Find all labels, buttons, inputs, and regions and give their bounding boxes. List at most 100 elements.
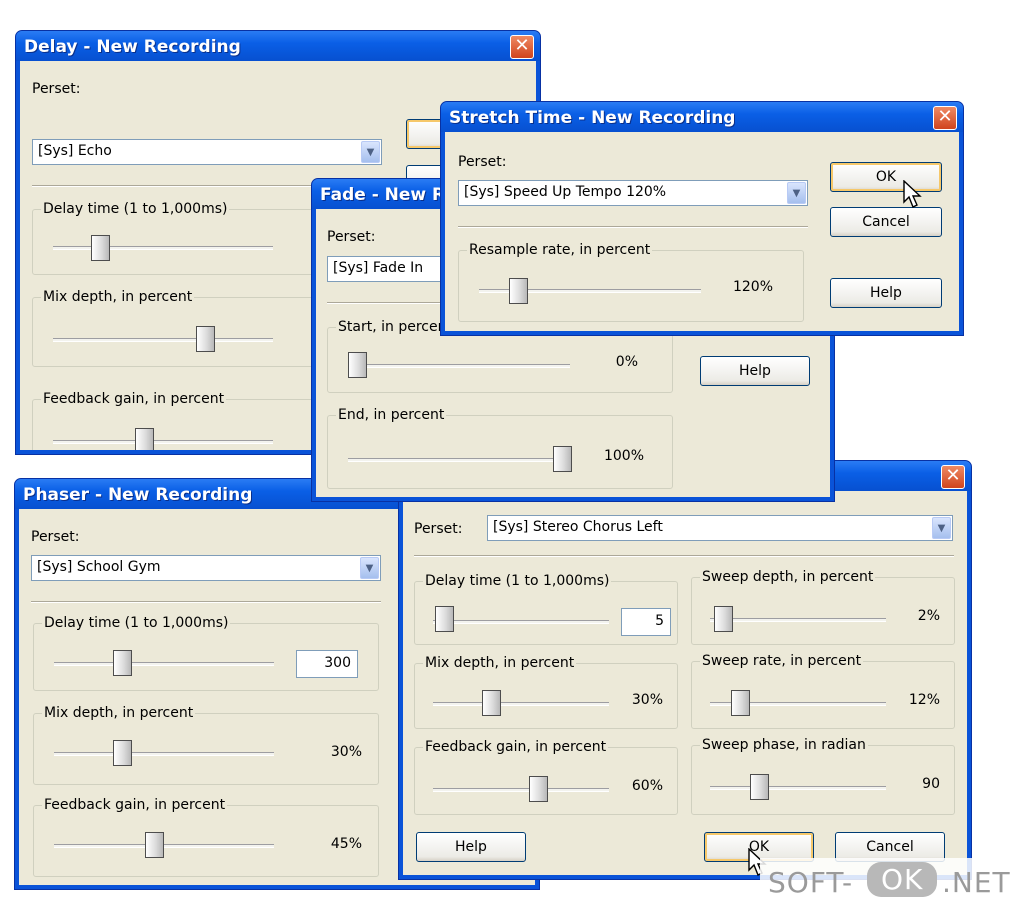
group-label: Feedback gain, in percent [423, 739, 609, 755]
perset-label: Perset: [32, 81, 81, 97]
help-button[interactable]: Help [416, 832, 526, 862]
ok-button[interactable]: OK [830, 162, 942, 192]
divider [414, 555, 954, 557]
help-button[interactable]: Help [830, 278, 942, 308]
perset-value: [Sys] Fade In [333, 260, 424, 276]
slider-thumb[interactable] [135, 428, 154, 450]
perset-value: [Sys] School Gym [37, 559, 161, 575]
slider-track[interactable] [710, 618, 886, 622]
feedback-gain-group: Feedback gain, in percent [32, 391, 332, 450]
slider-thumb[interactable] [91, 235, 110, 261]
delay-time-input[interactable]: 300 [296, 650, 358, 678]
start-group: Start, in percent 0% [327, 319, 673, 393]
feedback-gain-value: 45% [330, 836, 362, 852]
slider-track[interactable] [710, 786, 886, 790]
chevron-down-icon[interactable]: ▼ [360, 557, 379, 579]
divider [458, 226, 808, 228]
slider-thumb[interactable] [714, 606, 733, 632]
stretch-dialog: Stretch Time - New Recording ✕ Perset: [… [440, 101, 964, 336]
group-label: Delay time (1 to 1,000ms) [423, 573, 612, 589]
stretch-title: Stretch Time - New Recording [449, 108, 736, 128]
mix-depth-value: 30% [631, 692, 663, 708]
slider-thumb[interactable] [553, 446, 572, 472]
slider-thumb[interactable] [145, 832, 164, 858]
slider-track[interactable] [53, 246, 273, 250]
slider-thumb[interactable] [529, 776, 548, 802]
sweep-rate-group: Sweep rate, in percent 12% [691, 653, 955, 729]
mix-depth-value: 30% [330, 744, 362, 760]
sweep-phase-group: Sweep phase, in radian 90 [691, 737, 955, 815]
chevron-down-icon[interactable]: ▼ [361, 141, 380, 163]
slider-thumb[interactable] [196, 326, 215, 352]
group-label: Mix depth, in percent [423, 655, 577, 671]
slider-track[interactable] [433, 702, 609, 706]
slider-thumb[interactable] [113, 650, 132, 676]
end-value: 100% [603, 448, 644, 464]
group-label: Sweep phase, in radian [700, 737, 868, 753]
group-label: Sweep rate, in percent [700, 653, 864, 669]
perset-label: Perset: [458, 154, 507, 170]
stretch-titlebar[interactable]: Stretch Time - New Recording ✕ [441, 102, 963, 132]
feedback-gain-value: 60% [631, 778, 663, 794]
slider-thumb[interactable] [113, 740, 132, 766]
slider-track[interactable] [433, 620, 609, 624]
group-label: Mix depth, in percent [42, 705, 196, 721]
slider-track[interactable] [433, 788, 609, 792]
fade-title: Fade - New R [320, 185, 446, 205]
slider-thumb[interactable] [509, 278, 528, 304]
perset-label: Perset: [414, 521, 463, 537]
perset-value: [Sys] Speed Up Tempo 120% [464, 184, 667, 200]
slider-thumb[interactable] [435, 606, 454, 632]
perset-combo[interactable]: [Sys] School Gym ▼ [31, 555, 381, 581]
slider-track[interactable] [348, 458, 570, 462]
chorus-dialog: ✕ Perset: [Sys] Stereo Chorus Left ▼ Del… [398, 460, 972, 880]
group-label: Sweep depth, in percent [700, 569, 876, 585]
slider-track[interactable] [54, 844, 274, 848]
delay-time-input[interactable]: 5 [621, 608, 671, 636]
close-icon[interactable]: ✕ [941, 465, 965, 489]
slider-thumb[interactable] [731, 690, 750, 716]
feedback-gain-group: Feedback gain, in percent 45% [33, 797, 379, 877]
slider-track[interactable] [53, 440, 273, 444]
phaser-title: Phaser - New Recording [23, 485, 253, 505]
group-label: Resample rate, in percent [467, 242, 653, 258]
sweep-phase-value: 90 [922, 776, 940, 792]
group-label: Delay time (1 to 1,000ms) [42, 615, 231, 631]
mix-depth-group: Mix depth, in percent 30% [414, 655, 678, 729]
group-label: End, in percent [336, 407, 447, 423]
perset-combo[interactable]: [Sys] Stereo Chorus Left ▼ [487, 515, 953, 541]
resample-group: Resample rate, in percent 120% [458, 242, 804, 322]
slider-track[interactable] [54, 752, 274, 756]
sweep-rate-value: 12% [908, 692, 940, 708]
perset-value: [Sys] Echo [38, 143, 112, 159]
help-button[interactable]: Help [700, 356, 810, 386]
perset-label: Perset: [31, 529, 80, 545]
start-value: 0% [615, 354, 638, 370]
cancel-button[interactable]: Cancel [830, 207, 942, 237]
sweep-depth-group: Sweep depth, in percent 2% [691, 569, 955, 645]
delay-titlebar[interactable]: Delay - New Recording ✕ [16, 31, 540, 61]
mix-depth-group: Mix depth, in percent 30% [33, 705, 379, 785]
delay-time-group: Delay time (1 to 1,000ms) [32, 201, 332, 275]
watermark-logo: OK [867, 862, 938, 897]
slider-track[interactable] [53, 338, 273, 342]
close-icon[interactable]: ✕ [510, 35, 534, 59]
perset-value: [Sys] Stereo Chorus Left [493, 519, 663, 535]
watermark: SOFT- OK .NET [760, 858, 1020, 905]
delay-time-group: Delay time (1 to 1,000ms) 300 [33, 615, 379, 691]
close-icon[interactable]: ✕ [933, 106, 957, 130]
divider [31, 601, 381, 603]
slider-track[interactable] [348, 364, 570, 368]
group-label: Mix depth, in percent [41, 289, 195, 305]
perset-combo[interactable]: [Sys] Speed Up Tempo 120% ▼ [458, 180, 808, 206]
slider-thumb[interactable] [482, 690, 501, 716]
perset-combo[interactable]: [Sys] Echo ▼ [32, 139, 382, 165]
group-label: Feedback gain, in percent [42, 797, 228, 813]
chevron-down-icon[interactable]: ▼ [932, 517, 951, 539]
chevron-down-icon[interactable]: ▼ [787, 182, 806, 204]
feedback-gain-group: Feedback gain, in percent 60% [414, 739, 678, 815]
delay-title: Delay - New Recording [24, 37, 241, 57]
slider-thumb[interactable] [750, 774, 769, 800]
slider-thumb[interactable] [348, 352, 367, 378]
slider-track[interactable] [54, 662, 274, 666]
